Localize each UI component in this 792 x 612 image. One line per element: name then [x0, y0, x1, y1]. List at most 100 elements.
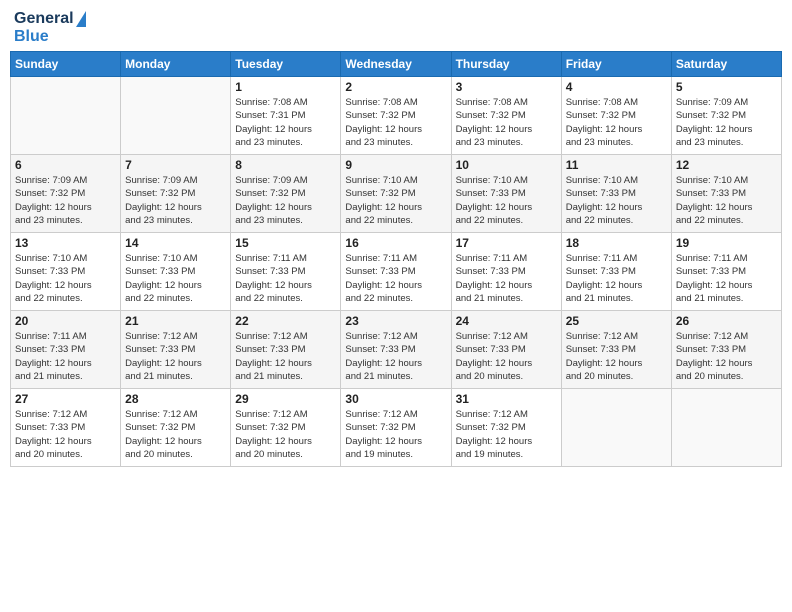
day-number: 3	[456, 80, 557, 94]
day-info: Sunrise: 7:12 AM Sunset: 7:33 PM Dayligh…	[15, 408, 116, 461]
day-number: 9	[345, 158, 446, 172]
day-number: 31	[456, 392, 557, 406]
day-info: Sunrise: 7:09 AM Sunset: 7:32 PM Dayligh…	[125, 174, 226, 227]
calendar-cell: 13 Sunrise: 7:10 AM Sunset: 7:33 PM Dayli…	[11, 233, 121, 311]
day-info: Sunrise: 7:10 AM Sunset: 7:33 PM Dayligh…	[456, 174, 557, 227]
calendar-cell	[671, 389, 781, 467]
calendar-cell: 11 Sunrise: 7:10 AM Sunset: 7:33 PM Dayli…	[561, 155, 671, 233]
calendar-cell: 14 Sunrise: 7:10 AM Sunset: 7:33 PM Dayli…	[121, 233, 231, 311]
day-header-thursday: Thursday	[451, 52, 561, 77]
logo: General Blue	[14, 10, 86, 45]
day-info: Sunrise: 7:12 AM Sunset: 7:32 PM Dayligh…	[235, 408, 336, 461]
day-info: Sunrise: 7:08 AM Sunset: 7:32 PM Dayligh…	[566, 96, 667, 149]
day-number: 29	[235, 392, 336, 406]
calendar-cell	[11, 77, 121, 155]
calendar-cell: 17 Sunrise: 7:11 AM Sunset: 7:33 PM Dayli…	[451, 233, 561, 311]
day-info: Sunrise: 7:10 AM Sunset: 7:33 PM Dayligh…	[15, 252, 116, 305]
day-info: Sunrise: 7:08 AM Sunset: 7:32 PM Dayligh…	[345, 96, 446, 149]
day-number: 24	[456, 314, 557, 328]
calendar-week-2: 6 Sunrise: 7:09 AM Sunset: 7:32 PM Daylig…	[11, 155, 782, 233]
calendar-table: SundayMondayTuesdayWednesdayThursdayFrid…	[10, 51, 782, 467]
day-number: 5	[676, 80, 777, 94]
day-number: 17	[456, 236, 557, 250]
day-number: 20	[15, 314, 116, 328]
day-number: 26	[676, 314, 777, 328]
calendar-cell: 12Sunrise: 7:10 AM Sunset: 7:33 PM Dayli…	[671, 155, 781, 233]
day-header-friday: Friday	[561, 52, 671, 77]
calendar-cell: 1 Sunrise: 7:08 AM Sunset: 7:31 PM Daylig…	[231, 77, 341, 155]
day-number: 28	[125, 392, 226, 406]
day-info: Sunrise: 7:11 AM Sunset: 7:33 PM Dayligh…	[676, 252, 777, 305]
calendar-cell: 29 Sunrise: 7:12 AM Sunset: 7:32 PM Dayli…	[231, 389, 341, 467]
day-number: 7	[125, 158, 226, 172]
page-header: General Blue	[10, 10, 782, 45]
day-header-wednesday: Wednesday	[341, 52, 451, 77]
calendar-cell: 7 Sunrise: 7:09 AM Sunset: 7:32 PM Daylig…	[121, 155, 231, 233]
day-info: Sunrise: 7:12 AM Sunset: 7:33 PM Dayligh…	[235, 330, 336, 383]
day-number: 13	[15, 236, 116, 250]
day-number: 14	[125, 236, 226, 250]
day-header-saturday: Saturday	[671, 52, 781, 77]
day-number: 8	[235, 158, 336, 172]
day-info: Sunrise: 7:09 AM Sunset: 7:32 PM Dayligh…	[15, 174, 116, 227]
calendar-cell: 25Sunrise: 7:12 AM Sunset: 7:33 PM Dayli…	[561, 311, 671, 389]
calendar-cell: 10 Sunrise: 7:10 AM Sunset: 7:33 PM Dayli…	[451, 155, 561, 233]
day-header-monday: Monday	[121, 52, 231, 77]
calendar-cell: 26 Sunrise: 7:12 AM Sunset: 7:33 PM Dayli…	[671, 311, 781, 389]
day-info: Sunrise: 7:11 AM Sunset: 7:33 PM Dayligh…	[235, 252, 336, 305]
calendar-cell	[121, 77, 231, 155]
day-info: Sunrise: 7:09 AM Sunset: 7:32 PM Dayligh…	[235, 174, 336, 227]
day-number: 10	[456, 158, 557, 172]
day-header-tuesday: Tuesday	[231, 52, 341, 77]
day-info: Sunrise: 7:12 AM Sunset: 7:32 PM Dayligh…	[125, 408, 226, 461]
day-number: 27	[15, 392, 116, 406]
calendar-cell	[561, 389, 671, 467]
day-info: Sunrise: 7:10 AM Sunset: 7:33 PM Dayligh…	[125, 252, 226, 305]
calendar-cell: 16 Sunrise: 7:11 AM Sunset: 7:33 PM Dayli…	[341, 233, 451, 311]
calendar-week-4: 20 Sunrise: 7:11 AM Sunset: 7:33 PM Dayli…	[11, 311, 782, 389]
calendar-cell: 31 Sunrise: 7:12 AM Sunset: 7:32 PM Dayli…	[451, 389, 561, 467]
day-info: Sunrise: 7:09 AM Sunset: 7:32 PM Dayligh…	[676, 96, 777, 149]
calendar-cell: 5 Sunrise: 7:09 AM Sunset: 7:32 PM Daylig…	[671, 77, 781, 155]
calendar-cell: 4 Sunrise: 7:08 AM Sunset: 7:32 PM Daylig…	[561, 77, 671, 155]
day-number: 11	[566, 158, 667, 172]
calendar-week-5: 27 Sunrise: 7:12 AM Sunset: 7:33 PM Dayli…	[11, 389, 782, 467]
day-number: 6	[15, 158, 116, 172]
day-info: Sunrise: 7:08 AM Sunset: 7:32 PM Dayligh…	[456, 96, 557, 149]
calendar-cell: 24 Sunrise: 7:12 AM Sunset: 7:33 PM Dayli…	[451, 311, 561, 389]
day-info: Sunrise: 7:11 AM Sunset: 7:33 PM Dayligh…	[345, 252, 446, 305]
calendar-cell: 21Sunrise: 7:12 AM Sunset: 7:33 PM Dayli…	[121, 311, 231, 389]
calendar-cell: 27 Sunrise: 7:12 AM Sunset: 7:33 PM Dayli…	[11, 389, 121, 467]
day-number: 18	[566, 236, 667, 250]
calendar-cell: 3 Sunrise: 7:08 AM Sunset: 7:32 PM Daylig…	[451, 77, 561, 155]
day-info: Sunrise: 7:12 AM Sunset: 7:33 PM Dayligh…	[456, 330, 557, 383]
calendar-cell: 18Sunrise: 7:11 AM Sunset: 7:33 PM Dayli…	[561, 233, 671, 311]
calendar-cell: 23Sunrise: 7:12 AM Sunset: 7:33 PM Dayli…	[341, 311, 451, 389]
day-number: 19	[676, 236, 777, 250]
day-number: 4	[566, 80, 667, 94]
calendar-cell: 19 Sunrise: 7:11 AM Sunset: 7:33 PM Dayli…	[671, 233, 781, 311]
day-info: Sunrise: 7:08 AM Sunset: 7:31 PM Dayligh…	[235, 96, 336, 149]
day-number: 30	[345, 392, 446, 406]
calendar-cell: 8 Sunrise: 7:09 AM Sunset: 7:32 PM Daylig…	[231, 155, 341, 233]
day-number: 21	[125, 314, 226, 328]
day-number: 12	[676, 158, 777, 172]
day-number: 22	[235, 314, 336, 328]
day-info: Sunrise: 7:10 AM Sunset: 7:33 PM Dayligh…	[566, 174, 667, 227]
day-info: Sunrise: 7:10 AM Sunset: 7:32 PM Dayligh…	[345, 174, 446, 227]
day-info: Sunrise: 7:11 AM Sunset: 7:33 PM Dayligh…	[15, 330, 116, 383]
day-info: Sunrise: 7:12 AM Sunset: 7:32 PM Dayligh…	[345, 408, 446, 461]
day-info: Sunrise: 7:12 AM Sunset: 7:33 PM Dayligh…	[566, 330, 667, 383]
calendar-header-row: SundayMondayTuesdayWednesdayThursdayFrid…	[11, 52, 782, 77]
calendar-cell: 22 Sunrise: 7:12 AM Sunset: 7:33 PM Dayli…	[231, 311, 341, 389]
day-info: Sunrise: 7:12 AM Sunset: 7:33 PM Dayligh…	[676, 330, 777, 383]
day-number: 1	[235, 80, 336, 94]
day-header-sunday: Sunday	[11, 52, 121, 77]
calendar-cell: 6 Sunrise: 7:09 AM Sunset: 7:32 PM Daylig…	[11, 155, 121, 233]
day-number: 23	[345, 314, 446, 328]
calendar-cell: 15Sunrise: 7:11 AM Sunset: 7:33 PM Dayli…	[231, 233, 341, 311]
day-info: Sunrise: 7:12 AM Sunset: 7:32 PM Dayligh…	[456, 408, 557, 461]
calendar-cell: 30 Sunrise: 7:12 AM Sunset: 7:32 PM Dayli…	[341, 389, 451, 467]
day-info: Sunrise: 7:11 AM Sunset: 7:33 PM Dayligh…	[456, 252, 557, 305]
day-number: 16	[345, 236, 446, 250]
